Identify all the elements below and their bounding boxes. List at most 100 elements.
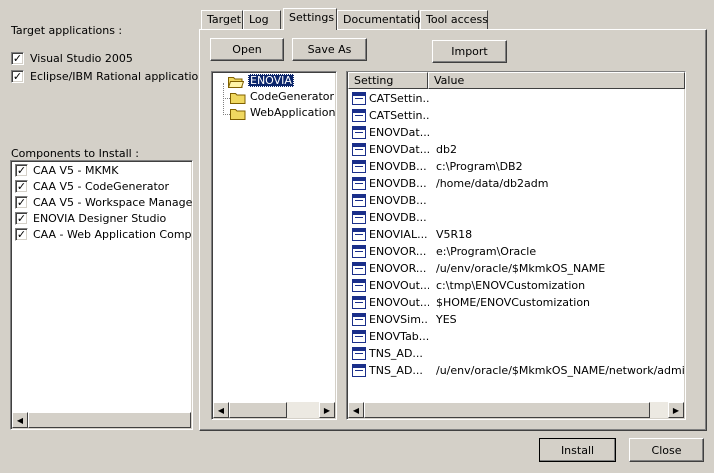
scroll-left-icon[interactable]: ◀ <box>348 402 364 418</box>
component-checkbox[interactable]: ✓ <box>15 228 28 241</box>
setting-icon <box>352 279 366 292</box>
setting-value: e:\Program\Oracle <box>436 245 537 258</box>
setting-value: c:\tmp\ENOVCustomization <box>436 279 586 292</box>
table-row[interactable]: ENOVDB... c:\Program\DB2 <box>349 158 685 175</box>
table-row[interactable]: CATSettin... <box>349 90 685 107</box>
setting-icon <box>352 313 366 326</box>
table-row[interactable]: TNS_AD... /u/env/oracle/$MkmkOS_NAME/netw… <box>349 362 685 379</box>
component-checkbox[interactable]: ✓ <box>15 164 28 177</box>
scroll-thumb[interactable] <box>28 412 191 428</box>
scroll-right-icon[interactable]: ▶ <box>319 402 335 418</box>
setting-name: CATSettin... <box>369 92 429 105</box>
scroll-thumb[interactable] <box>364 402 650 418</box>
setting-icon <box>352 245 366 258</box>
table-row[interactable]: ENOVOR... /u/env/oracle/$MkmkOS_NAME <box>349 260 685 277</box>
setting-name: ENOVTab... <box>369 330 429 343</box>
setting-name: ENOVOut... <box>369 279 429 292</box>
setting-value: db2 <box>436 143 457 156</box>
setting-name: ENOVOR... <box>369 245 427 258</box>
setting-value: c:\Program\DB2 <box>436 160 523 173</box>
save-as-button[interactable]: Save As <box>292 38 367 61</box>
setting-name: ENOVIAL... <box>369 228 428 241</box>
table-row[interactable]: ENOVOut... c:\tmp\ENOVCustomization <box>349 277 685 294</box>
column-header-setting[interactable]: Setting <box>348 72 428 89</box>
settings-table[interactable]: Setting Value CATSettin... CATSettin... EN… <box>346 71 686 420</box>
component-label: CAA V5 - Workspace Manager <box>33 196 193 209</box>
setting-name: ENOVDB... <box>369 211 427 224</box>
setting-icon <box>352 177 366 190</box>
setting-icon <box>352 126 366 139</box>
folder-icon <box>230 93 246 104</box>
component-label: CAA V5 - MKMK <box>33 164 119 177</box>
setting-icon <box>352 296 366 309</box>
setting-name: ENOVOut... <box>369 296 429 309</box>
tab-tool-access[interactable]: Tool access <box>420 10 488 29</box>
table-row[interactable]: CATSettin... <box>349 107 685 124</box>
tab-log[interactable]: Log <box>243 10 281 29</box>
scroll-thumb[interactable] <box>229 402 287 418</box>
tree-item-label: WebApplicationCo <box>250 106 336 119</box>
setting-icon <box>352 364 366 377</box>
setting-icon <box>352 92 366 105</box>
open-button[interactable]: Open <box>210 38 284 61</box>
scroll-left-icon[interactable]: ◀ <box>12 412 28 428</box>
table-row[interactable]: ENOVSim... YES <box>349 311 685 328</box>
table-row[interactable]: ENOVTab... <box>349 328 685 345</box>
table-row[interactable]: ENOVOut... $HOME/ENOVCustomization <box>349 294 685 311</box>
setting-value: /u/env/oracle/$MkmkOS_NAME <box>436 262 606 275</box>
table-row[interactable]: ENOVOR... e:\Program\Oracle <box>349 243 685 260</box>
setting-icon <box>352 109 366 122</box>
install-button[interactable]: Install <box>539 438 616 462</box>
component-label: CAA V5 - CodeGenerator <box>33 180 170 193</box>
setting-icon <box>352 194 366 207</box>
setting-value: YES <box>436 313 457 326</box>
components-hscrollbar[interactable]: ◀ ▶ <box>12 412 191 428</box>
components-list[interactable]: ✓ CAA V5 - MKMK ✓ CAA V5 - CodeGenerator… <box>10 160 193 430</box>
component-label: ENOVIA Designer Studio <box>33 212 167 225</box>
setting-icon <box>352 347 366 360</box>
table-row[interactable]: ENOVDat... db2 <box>349 141 685 158</box>
table-row[interactable]: ENOVDB... /home/data/db2adm <box>349 175 685 192</box>
tree-item-label: ENOVIA <box>248 74 294 87</box>
settings-tree[interactable]: ENOVIA CodeGenerator WebApplicationCo ◀ … <box>211 71 337 420</box>
setting-name: ENOVDB... <box>369 194 427 207</box>
visual-studio-label: Visual Studio 2005 <box>30 52 133 65</box>
setting-icon <box>352 228 366 241</box>
setting-name: ENOVDat... <box>369 143 429 156</box>
import-button[interactable]: Import <box>432 40 507 63</box>
table-row[interactable]: ENOVIAL... V5R18 <box>349 226 685 243</box>
component-label: CAA - Web Application Composer <box>33 228 192 241</box>
scroll-left-icon[interactable]: ◀ <box>213 402 229 418</box>
visual-studio-checkbox[interactable]: ✓ <box>11 52 24 65</box>
setting-value: $HOME/ENOVCustomization <box>436 296 591 309</box>
table-row[interactable]: ENOVDB... <box>349 192 685 209</box>
setting-name: ENOVDB... <box>369 160 427 173</box>
component-checkbox[interactable]: ✓ <box>15 180 28 193</box>
folder-icon <box>230 109 246 120</box>
eclipse-checkbox[interactable]: ✓ <box>11 70 24 83</box>
component-checkbox[interactable]: ✓ <box>15 196 28 209</box>
setting-name: ENOVDat... <box>369 126 429 139</box>
tab-settings[interactable]: Settings <box>283 8 337 30</box>
scroll-right-icon[interactable]: ▶ <box>668 402 684 418</box>
table-row[interactable]: TNS_AD... <box>349 345 685 362</box>
component-checkbox[interactable]: ✓ <box>15 212 28 225</box>
tree-item[interactable]: WebApplicationCo <box>228 106 336 122</box>
table-row[interactable]: ENOVDat... <box>349 124 685 141</box>
tree-item[interactable]: CodeGenerator <box>228 90 336 106</box>
tree-item[interactable]: ENOVIA <box>228 74 336 90</box>
tab-target[interactable]: Target <box>201 10 243 29</box>
setting-name: ENOVDB... <box>369 177 427 190</box>
setting-value: /u/env/oracle/$MkmkOS_NAME/network/admin <box>436 364 686 377</box>
table-hscrollbar[interactable]: ◀ ▶ <box>348 402 684 418</box>
setting-icon <box>352 330 366 343</box>
column-header-value[interactable]: Value <box>428 72 685 89</box>
open-folder-icon <box>228 77 244 88</box>
tree-hscrollbar[interactable]: ◀ ▶ <box>213 402 335 418</box>
close-button[interactable]: Close <box>629 438 704 462</box>
setting-icon <box>352 262 366 275</box>
tab-documentation[interactable]: Documentation <box>337 10 428 29</box>
setting-icon <box>352 211 366 224</box>
table-row[interactable]: ENOVDB... <box>349 209 685 226</box>
settings-panel: Open Save As Import ENOVIA CodeGenerator… <box>199 29 707 431</box>
